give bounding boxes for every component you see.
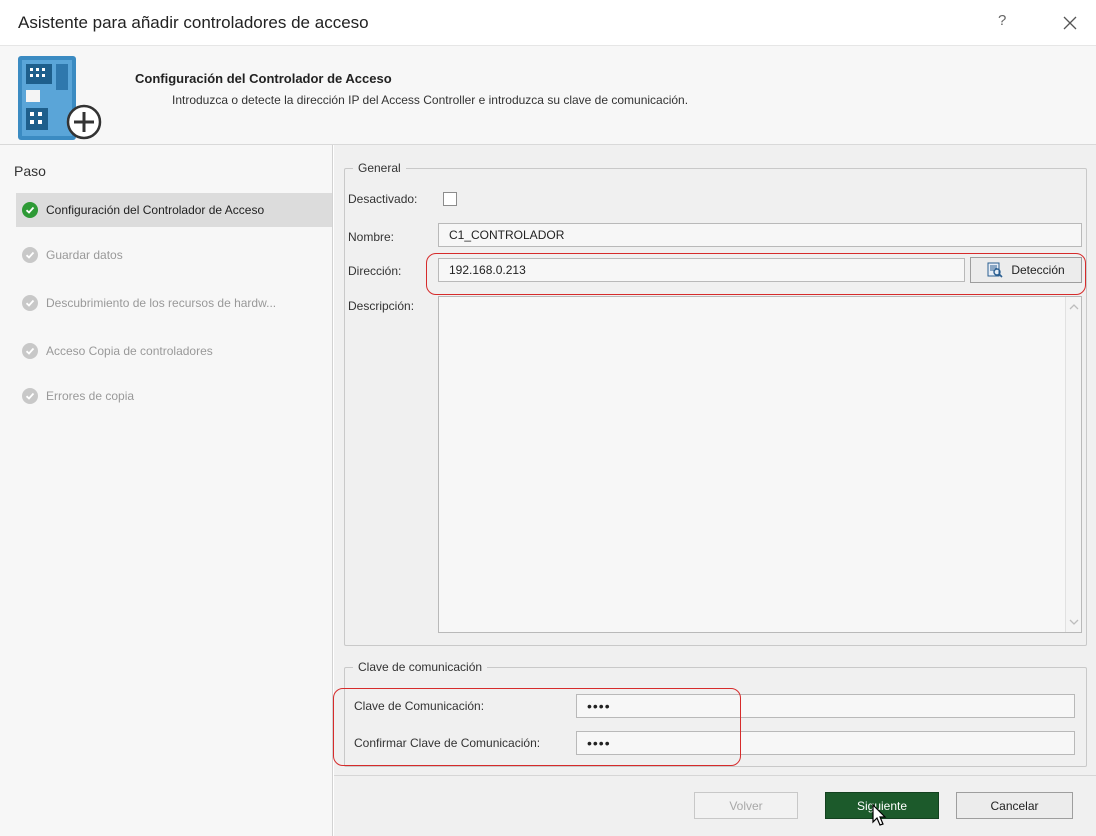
name-field[interactable]: C1_CONTROLADOR: [438, 223, 1082, 247]
step-label: Guardar datos: [46, 248, 123, 262]
communication-key-highlight: [333, 688, 741, 766]
header-subtitle: Introduzca o detecte la dirección IP del…: [172, 93, 689, 107]
check-icon: [22, 247, 38, 263]
steps-sidebar: Paso Configuración del Controlador de Ac…: [0, 145, 333, 836]
step-save-data[interactable]: Guardar datos: [16, 238, 332, 272]
scroll-down-icon: [1069, 619, 1079, 625]
close-button[interactable]: [1055, 8, 1085, 38]
step-copy-controllers[interactable]: Acceso Copia de controladores: [16, 334, 332, 368]
footer-divider: [334, 775, 1096, 776]
cancel-button[interactable]: Cancelar: [956, 792, 1073, 819]
title-bar: Asistente para añadir controladores de a…: [0, 0, 1096, 46]
header-title: Configuración del Controlador de Acceso: [135, 71, 392, 86]
communication-legend: Clave de comunicación: [353, 660, 488, 674]
check-icon: [22, 202, 38, 218]
access-controller-add-icon: [18, 56, 102, 140]
address-label: Dirección:: [348, 264, 402, 278]
back-button[interactable]: Volver: [694, 792, 798, 819]
check-icon: [22, 343, 38, 359]
step-label: Descubrimiento de los recursos de hardw.…: [46, 296, 277, 310]
step-label: Errores de copia: [46, 389, 135, 403]
window-title: Asistente para añadir controladores de a…: [18, 13, 369, 32]
general-legend: General: [353, 161, 406, 175]
help-button[interactable]: ?: [998, 12, 1006, 29]
step-hardware-discovery[interactable]: Descubrimiento de los recursos de hardw.…: [16, 286, 332, 320]
close-icon: [1063, 16, 1077, 30]
step-copy-errors[interactable]: Errores de copia: [16, 379, 332, 413]
steps-heading: Paso: [14, 163, 46, 179]
wizard-header: Configuración del Controlador de Acceso …: [0, 46, 1096, 145]
description-label: Descripción:: [348, 299, 415, 313]
step-label: Configuración del Controlador de Acceso: [46, 203, 265, 217]
disabled-checkbox[interactable]: [443, 192, 457, 206]
address-highlight: [426, 253, 1086, 295]
check-icon: [22, 388, 38, 404]
scroll-up-icon: [1069, 304, 1079, 310]
description-scrollbar[interactable]: [1065, 297, 1081, 632]
step-controller-config[interactable]: Configuración del Controlador de Acceso: [16, 193, 332, 227]
mouse-cursor-icon: [872, 804, 887, 826]
name-label: Nombre:: [348, 230, 395, 244]
check-icon: [22, 295, 38, 311]
step-label: Acceso Copia de controladores: [46, 344, 213, 358]
description-textarea[interactable]: [438, 296, 1082, 633]
disabled-label: Desactivado:: [348, 192, 418, 206]
